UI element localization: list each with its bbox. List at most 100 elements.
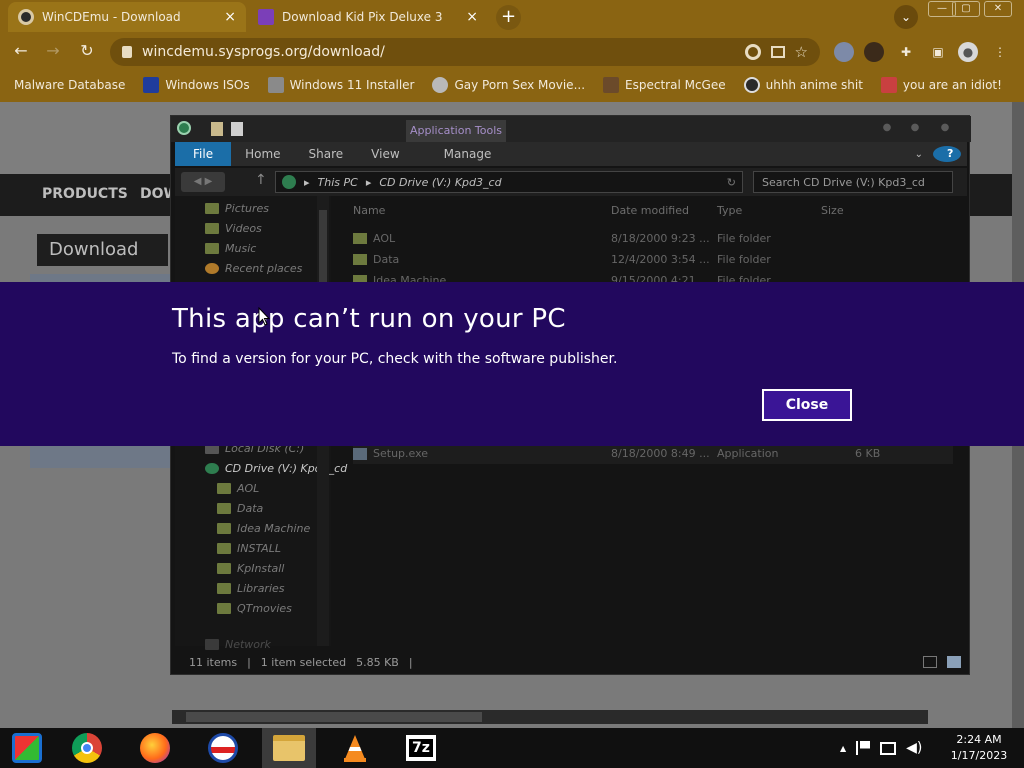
chrome-icon: [72, 733, 102, 763]
nav-products-link[interactable]: PRODUCTS: [42, 186, 128, 202]
window-close-button[interactable]: ✕: [984, 1, 1012, 17]
site-favicon-icon: [18, 9, 34, 25]
share-icon[interactable]: [770, 46, 785, 58]
address-bar[interactable]: wincdemu.sysprogs.org/download/ ☆: [110, 38, 820, 66]
column-size[interactable]: Size: [821, 204, 844, 217]
file-explorer-icon: [273, 735, 305, 761]
bookmark-gay-porn[interactable]: Gay Porn Sex Movie...: [432, 77, 585, 93]
explorer-maximize-button[interactable]: ●: [905, 122, 925, 136]
column-type[interactable]: Type: [717, 204, 742, 217]
folder-icon: [353, 233, 367, 244]
sidebar-icon[interactable]: ▣: [928, 42, 948, 62]
taskbar-chrome[interactable]: [60, 728, 114, 768]
tab-home[interactable]: Home: [231, 147, 294, 161]
puzzle-icon[interactable]: ✚: [896, 42, 916, 62]
google-icon[interactable]: [744, 44, 761, 60]
help-icon[interactable]: ?: [927, 146, 967, 162]
breadcrumb-sep: ▸: [365, 175, 372, 189]
nav-folder-qtmovies[interactable]: QTmovies: [217, 602, 292, 615]
explorer-status-bar: 11 items | 1 item selected 5.85 KB |: [175, 651, 967, 673]
extension-globe-icon[interactable]: [834, 42, 854, 62]
explorer-close-button[interactable]: ●: [935, 122, 955, 136]
tab-search-button[interactable]: ⌄: [894, 5, 918, 29]
scroll-thumb[interactable]: [186, 712, 482, 722]
bookmark-label: Espectral McGee: [625, 78, 726, 92]
tab-share[interactable]: Share: [295, 147, 358, 161]
properties-icon[interactable]: [211, 122, 223, 136]
clock[interactable]: 2:24 AM 1/17/2023: [944, 732, 1014, 764]
breadcrumb-this-pc[interactable]: This PC: [318, 176, 358, 189]
close-icon[interactable]: ×: [224, 9, 236, 25]
details-view-icon[interactable]: [923, 656, 937, 668]
url-text[interactable]: wincdemu.sysprogs.org/download/: [142, 44, 385, 60]
extension-avatar-icon[interactable]: [864, 42, 884, 62]
star-icon[interactable]: ☆: [795, 43, 808, 61]
bookmark-windows-isos[interactable]: Windows ISOs: [143, 77, 250, 93]
tab-wincdemu[interactable]: WinCDEmu - Download ×: [8, 2, 246, 32]
folder-icon: [353, 254, 367, 265]
bookmark-anime[interactable]: uhhh anime shit: [743, 77, 863, 93]
profile-icon[interactable]: ●: [958, 42, 978, 62]
taskbar: 7z ▲ ◀) 2:24 AM 1/17/2023: [0, 728, 1024, 768]
tab-view[interactable]: View: [357, 147, 413, 161]
nav-folder-libraries[interactable]: Libraries: [217, 582, 285, 595]
explorer-search-input[interactable]: Search CD Drive (V:) Kpd3_cd: [753, 171, 953, 193]
file-row[interactable]: AOL 8/18/2000 9:23 ... File folder: [353, 229, 953, 249]
folder-icon: [217, 563, 231, 574]
maximize-button[interactable]: ▢: [952, 1, 980, 17]
start-button[interactable]: [0, 728, 54, 768]
column-date[interactable]: Date modified: [611, 204, 689, 217]
breadcrumb-drive[interactable]: CD Drive (V:) Kpd3_cd: [379, 176, 501, 189]
large-icons-view-icon[interactable]: [947, 656, 961, 668]
new-folder-icon[interactable]: [231, 122, 243, 136]
explorer-address-bar[interactable]: ▸ This PC ▸ CD Drive (V:) Kpd3_cd ↻: [275, 171, 743, 193]
file-row-selected[interactable]: Setup.exe 8/18/2000 8:49 ... Application…: [353, 444, 953, 464]
taskbar-firefox[interactable]: [128, 728, 182, 768]
bookmark-you-are-an-idiot[interactable]: you are an idiot!: [880, 77, 1002, 93]
close-button[interactable]: Close: [762, 389, 852, 421]
bookmark-windows-11-installer[interactable]: Windows 11 Installer: [267, 77, 414, 93]
new-tab-button[interactable]: +: [496, 5, 521, 30]
tab-kidpix[interactable]: Download Kid Pix Deluxe 3 (Windows ×: [248, 2, 488, 32]
app-cant-run-dialog: This app can’t run on your PC To find a …: [0, 282, 1024, 446]
tab-manage[interactable]: Manage: [414, 147, 506, 161]
folder-icon: [217, 543, 231, 554]
back-forward-buttons[interactable]: ◀ ▶: [181, 172, 225, 192]
nav-label: Libraries: [237, 582, 285, 595]
nav-music[interactable]: Music: [205, 242, 256, 255]
horizontal-scrollbar[interactable]: [172, 710, 928, 724]
taskbar-obama[interactable]: [196, 728, 250, 768]
back-button[interactable]: ←: [10, 40, 32, 62]
nav-folder-install[interactable]: INSTALL: [217, 542, 281, 555]
explorer-minimize-button[interactable]: ●: [877, 122, 897, 136]
nav-videos[interactable]: Videos: [205, 222, 262, 235]
chevron-down-icon[interactable]: ⌄: [911, 149, 927, 160]
nav-folder-data[interactable]: Data: [217, 502, 263, 515]
volume-icon[interactable]: ◀): [906, 740, 922, 756]
taskbar-file-explorer[interactable]: [262, 728, 316, 768]
reload-button[interactable]: ↻: [76, 40, 98, 62]
file-row[interactable]: Data 12/4/2000 3:54 ... File folder: [353, 250, 953, 270]
file-date: 8/18/2000 9:23 ...: [611, 232, 710, 245]
close-icon[interactable]: ×: [466, 9, 478, 25]
taskbar-7zip[interactable]: 7z: [394, 728, 448, 768]
tray-chevron-icon[interactable]: ▲: [840, 744, 846, 753]
nav-pictures[interactable]: Pictures: [205, 202, 269, 215]
refresh-icon[interactable]: ↻: [727, 176, 736, 189]
nav-network[interactable]: Network: [205, 638, 271, 651]
up-arrow-icon[interactable]: ↑: [255, 172, 267, 188]
bookmarks-bar: Malware Database Windows ISOs Windows 11…: [0, 72, 1024, 98]
tab-file[interactable]: File: [175, 142, 232, 166]
taskbar-vlc[interactable]: [328, 728, 382, 768]
bookmark-malware-database[interactable]: Malware Database: [14, 78, 125, 92]
nav-recent-places[interactable]: Recent places: [205, 262, 302, 275]
nav-folder-kpinstall[interactable]: KpInstall: [217, 562, 284, 575]
nav-folder-idea-machine[interactable]: Idea Machine: [217, 522, 310, 535]
action-center-flag-icon[interactable]: [856, 741, 871, 755]
bookmark-espectral-mcgee[interactable]: Espectral McGee: [603, 77, 726, 93]
menu-dots-icon[interactable]: ⋮: [990, 42, 1010, 62]
nav-folder-aol[interactable]: AOL: [217, 482, 259, 495]
network-icon[interactable]: [880, 741, 897, 755]
forward-button[interactable]: →: [42, 40, 64, 62]
column-name[interactable]: Name: [353, 204, 385, 217]
